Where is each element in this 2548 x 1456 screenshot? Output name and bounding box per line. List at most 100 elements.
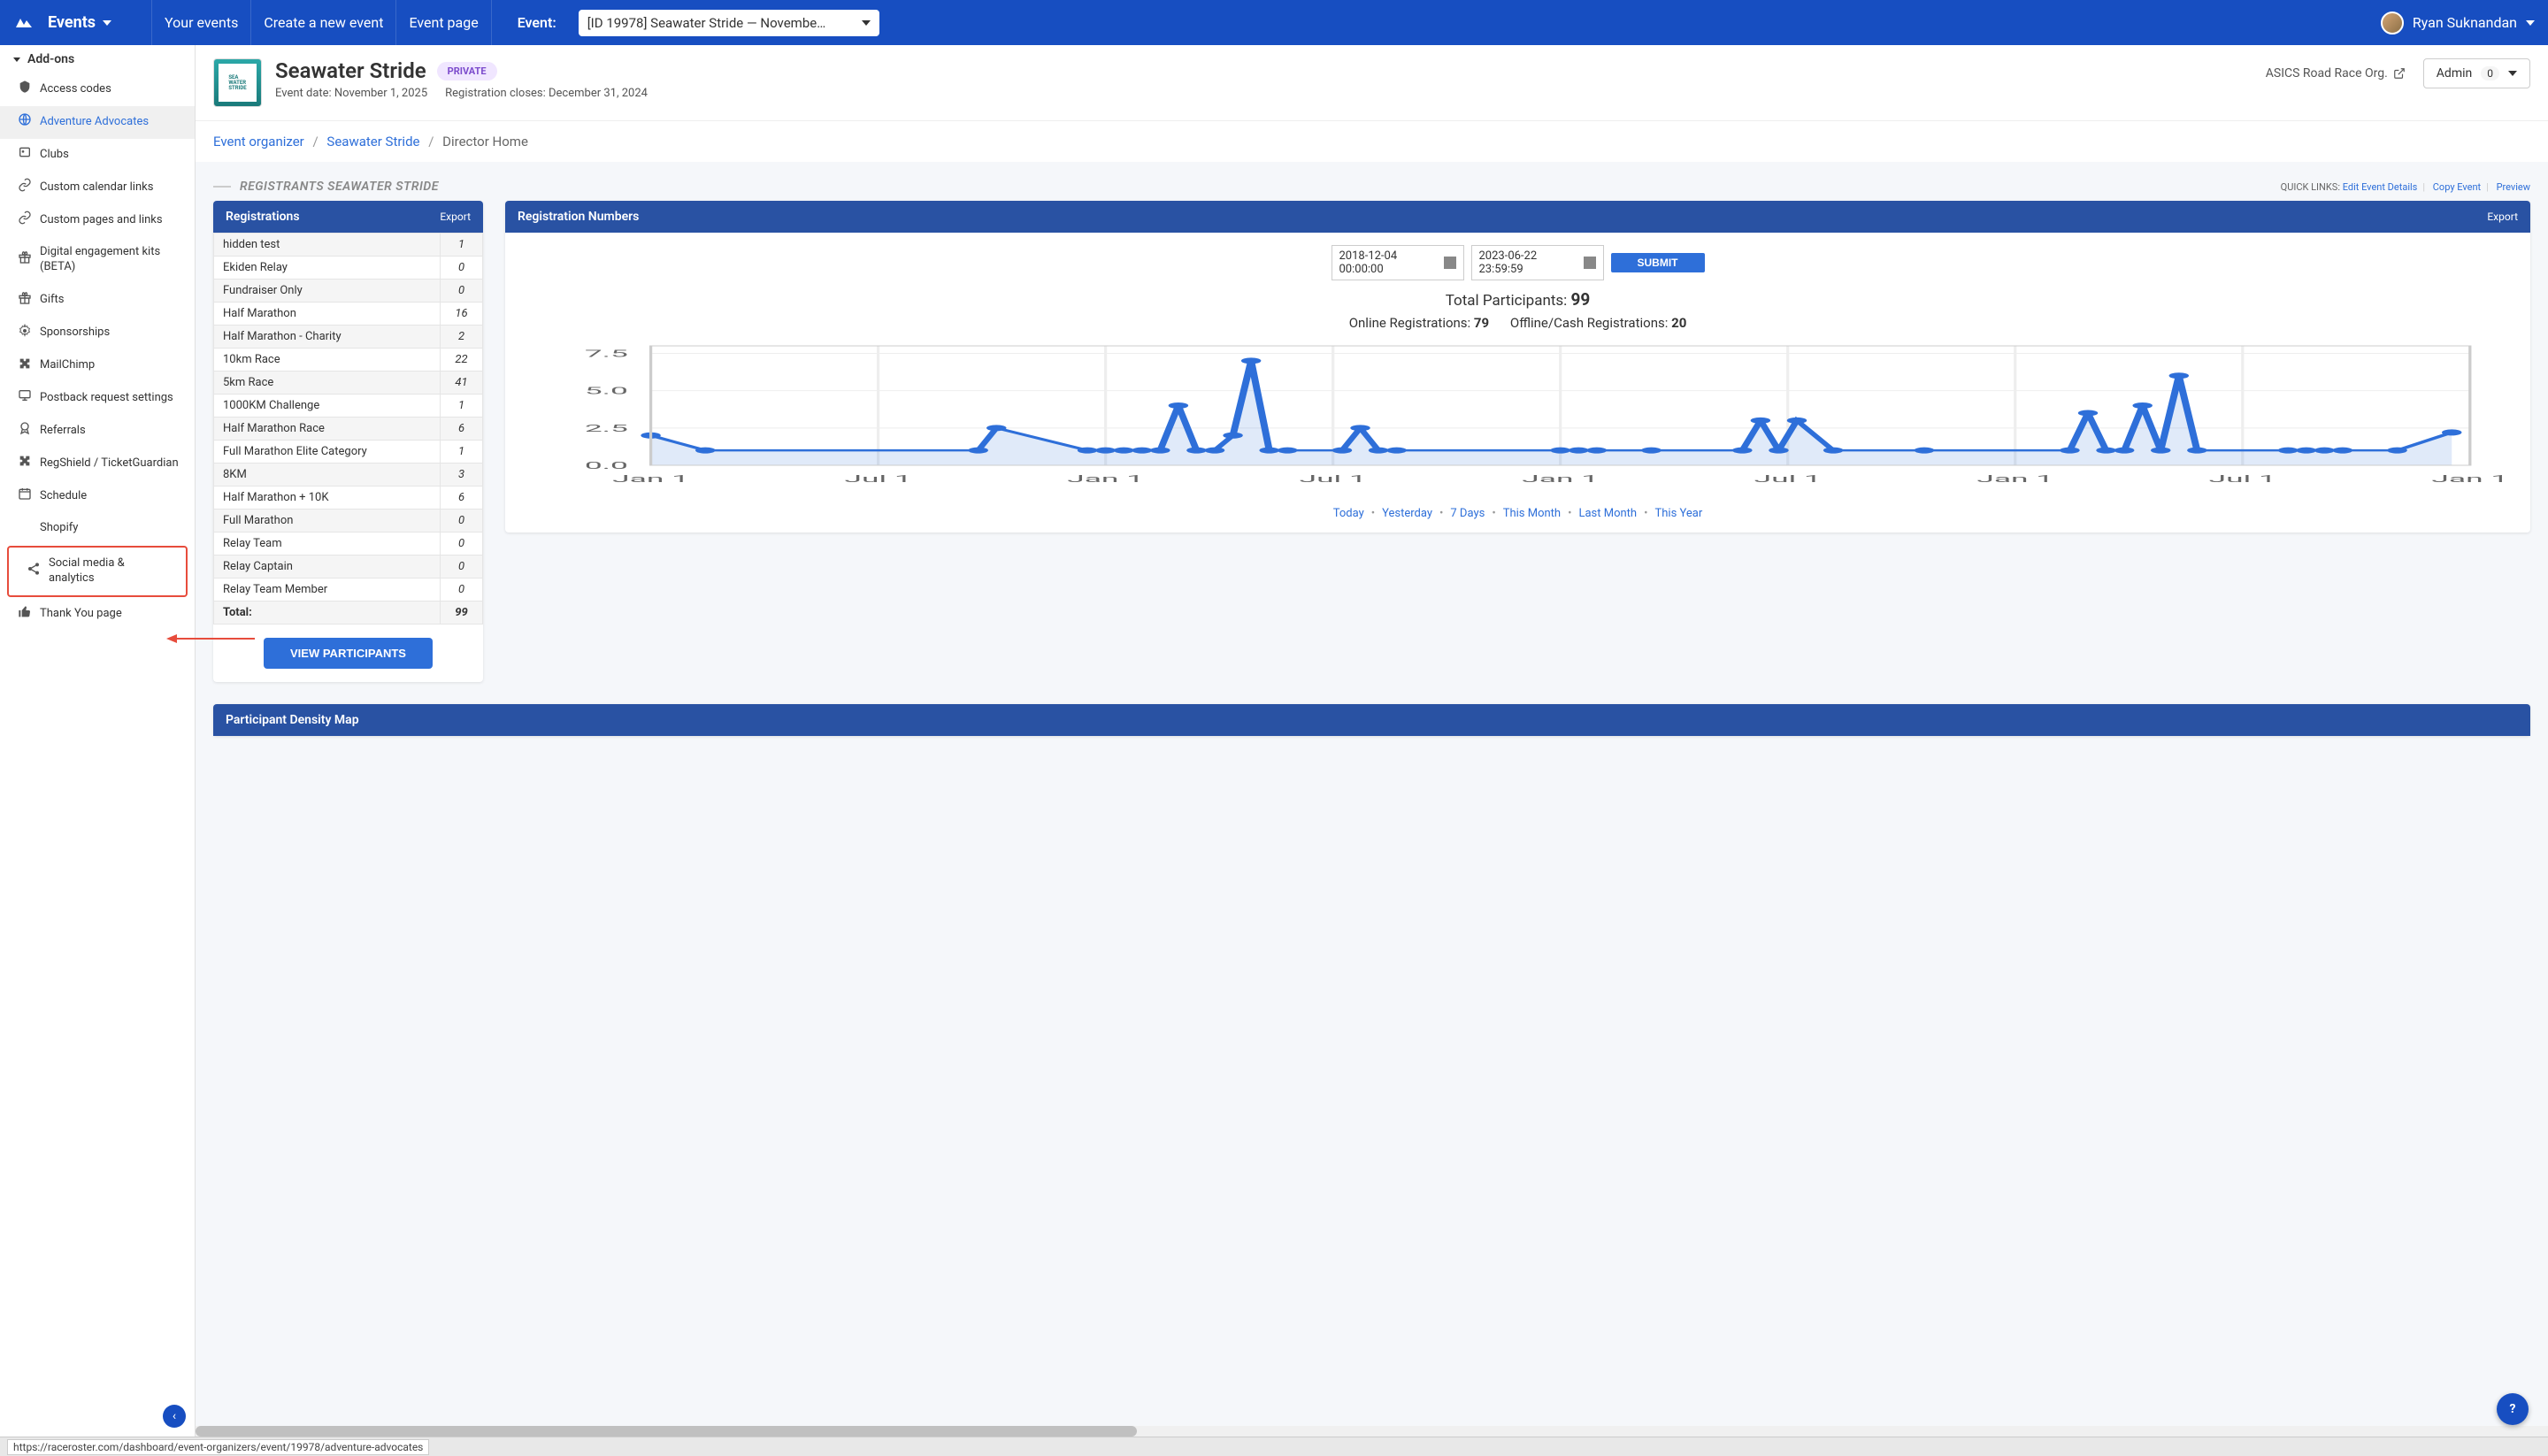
- range-links: Today•Yesterday•7 Days•This Month•Last M…: [505, 500, 2530, 533]
- event-header: SEAWATERSTRIDE Seawater Stride PRIVATE E…: [196, 45, 2548, 120]
- sidebar-collapse-button[interactable]: ‹: [163, 1405, 186, 1428]
- reg-name: hidden test: [214, 234, 441, 257]
- nav-your-events[interactable]: Your events: [151, 0, 250, 45]
- sidebar-item-referrals[interactable]: Referrals: [0, 415, 195, 448]
- topbar-left: Events Your events Create a new event Ev…: [13, 0, 879, 45]
- total-label: Total Participants:: [1446, 292, 1568, 310]
- date-from-input[interactable]: 2018-12-04 00:00:00: [1332, 245, 1464, 280]
- sidebar-item-custom-pages-and-links[interactable]: Custom pages and links: [0, 204, 195, 237]
- submit-button[interactable]: SUBMIT: [1611, 253, 1705, 272]
- event-title: Seawater Stride: [275, 58, 426, 83]
- reg-count: 1: [441, 395, 483, 418]
- org-link[interactable]: ASICS Road Race Org.: [2266, 66, 2406, 80]
- svg-text:Jan 1: Jan 1: [2431, 473, 2508, 485]
- reg-name: Ekiden Relay: [214, 257, 441, 280]
- svg-text:Jan 1: Jan 1: [1522, 473, 1599, 485]
- events-label: Events: [48, 13, 96, 32]
- reg-count: 1: [441, 234, 483, 257]
- view-participants-button[interactable]: VIEW PARTICIPANTS: [264, 638, 433, 669]
- help-button[interactable]: ?: [2497, 1393, 2529, 1425]
- sidebar-item-postback-request-settings[interactable]: Postback request settings: [0, 382, 195, 415]
- crumb-seawater-stride[interactable]: Seawater Stride: [326, 134, 419, 149]
- sidebar-item-mailchimp[interactable]: MailChimp: [0, 349, 195, 382]
- events-dropdown[interactable]: Events: [48, 13, 111, 32]
- shield-icon: [18, 80, 32, 99]
- reg-count: 3: [441, 464, 483, 487]
- event-select[interactable]: [ID 19978] Seawater Stride — Novembe…: [579, 10, 879, 36]
- sidebar-item-access-codes[interactable]: Access codes: [0, 73, 195, 106]
- sidebar-item-schedule[interactable]: Schedule: [0, 480, 195, 513]
- svg-text:7.5: 7.5: [585, 349, 628, 360]
- sidebar-item-label: RegShield / TicketGuardian: [40, 456, 179, 471]
- offline-label: Offline/Cash Registrations:: [1510, 315, 1668, 331]
- reg-count: 0: [441, 257, 483, 280]
- event-date: Event date: November 1, 2025: [275, 87, 427, 100]
- reg-count: 0: [441, 556, 483, 579]
- event-label: Event:: [518, 14, 556, 31]
- sidebar-item-sponsorships[interactable]: Sponsorships: [0, 317, 195, 349]
- reg-name: Half Marathon - Charity: [214, 326, 441, 349]
- user-menu[interactable]: Ryan Suknandan: [2381, 11, 2535, 34]
- chevron-down-icon: [862, 20, 871, 26]
- sidebar-item-label: Digital engagement kits (BETA): [40, 245, 181, 275]
- sidebar-item-custom-calendar-links[interactable]: Custom calendar links: [0, 172, 195, 204]
- export-numbers[interactable]: Export: [2487, 211, 2518, 223]
- density-map-panel: Participant Density Map: [213, 704, 2530, 736]
- reg-name: 10km Race: [214, 349, 441, 372]
- ql-copy[interactable]: Copy Event: [2433, 181, 2481, 193]
- horizontal-scrollbar[interactable]: [196, 1426, 2548, 1437]
- table-row: Fundraiser Only0: [214, 280, 483, 303]
- ql-edit[interactable]: Edit Event Details: [2343, 181, 2418, 193]
- crumb-event-organizer[interactable]: Event organizer: [213, 134, 304, 149]
- date-to-text: 2023-06-22 23:59:59: [1479, 249, 1580, 276]
- chart-area: 0.02.55.07.5Jan 1Jul 1Jan 1Jul 1Jan 1Jul…: [505, 341, 2530, 500]
- reg-name: 8KM: [214, 464, 441, 487]
- org-name: ASICS Road Race Org.: [2266, 66, 2388, 80]
- reg-name: Full Marathon Elite Category: [214, 441, 441, 464]
- scrollbar-thumb[interactable]: [196, 1426, 1137, 1437]
- registrations-panel: Registrations Export hidden test1Ekiden …: [213, 201, 483, 682]
- link-icon: [18, 211, 32, 230]
- sidebar-item-social-media-analytics[interactable]: Social media & analytics: [9, 548, 186, 595]
- sidebar-item-adventure-advocates[interactable]: Adventure Advocates: [0, 106, 195, 139]
- registrations-header: Registrations: [226, 210, 300, 224]
- table-row: Half Marathon Race6: [214, 418, 483, 441]
- event-thumbnail: SEAWATERSTRIDE: [213, 58, 262, 107]
- sidebar-item-gifts[interactable]: Gifts: [0, 284, 195, 317]
- reg-count: 0: [441, 510, 483, 533]
- table-row: Total:99: [214, 602, 483, 625]
- range-last-month[interactable]: Last Month: [1578, 507, 1637, 520]
- reg-name: Total:: [214, 602, 441, 625]
- nav-create-event[interactable]: Create a new event: [250, 0, 395, 45]
- admin-label: Admin: [2437, 66, 2472, 80]
- range-today[interactable]: Today: [1333, 507, 1364, 520]
- sidebar-item-label: Clubs: [40, 148, 69, 163]
- sidebar-item-label: Custom pages and links: [40, 213, 163, 228]
- sidebar-item-clubs[interactable]: Clubs: [0, 139, 195, 172]
- crumb-current: Director Home: [442, 134, 528, 149]
- monitor-icon: [18, 388, 32, 408]
- reg-name: 5km Race: [214, 372, 441, 395]
- date-to-input[interactable]: 2023-06-22 23:59:59: [1471, 245, 1604, 280]
- calendar-icon: [1584, 257, 1596, 269]
- nav-event-page[interactable]: Event page: [395, 0, 491, 45]
- puzzle-icon: [18, 454, 32, 473]
- range-this-month[interactable]: This Month: [1503, 507, 1561, 520]
- svg-text:5.0: 5.0: [585, 386, 628, 397]
- sidebar-item-shopify[interactable]: Shopify: [0, 512, 195, 545]
- sidebar-item-thank-you-page[interactable]: Thank You page: [0, 598, 195, 631]
- sidebar-item-regshield-ticketguardian[interactable]: RegShield / TicketGuardian: [0, 448, 195, 480]
- sidebar-item-digital-engagement-kits-beta-[interactable]: Digital engagement kits (BETA): [0, 236, 195, 284]
- ql-preview[interactable]: Preview: [2497, 181, 2530, 193]
- export-registrations[interactable]: Export: [440, 211, 471, 223]
- registrations-chart: 0.02.55.07.5Jan 1Jul 1Jan 1Jul 1Jan 1Jul…: [523, 341, 2513, 487]
- sidebar-header[interactable]: Add-ons: [0, 45, 195, 73]
- range-this-year[interactable]: This Year: [1654, 507, 1702, 520]
- range-yesterday[interactable]: Yesterday: [1382, 507, 1432, 520]
- numbers-header: Registration Numbers: [518, 210, 639, 224]
- range-7-days[interactable]: 7 Days: [1450, 507, 1485, 520]
- offline-val: 20: [1671, 315, 1686, 331]
- admin-dropdown[interactable]: Admin 0: [2423, 58, 2530, 88]
- logo-icon: [13, 12, 35, 34]
- reg-count: 0: [441, 579, 483, 602]
